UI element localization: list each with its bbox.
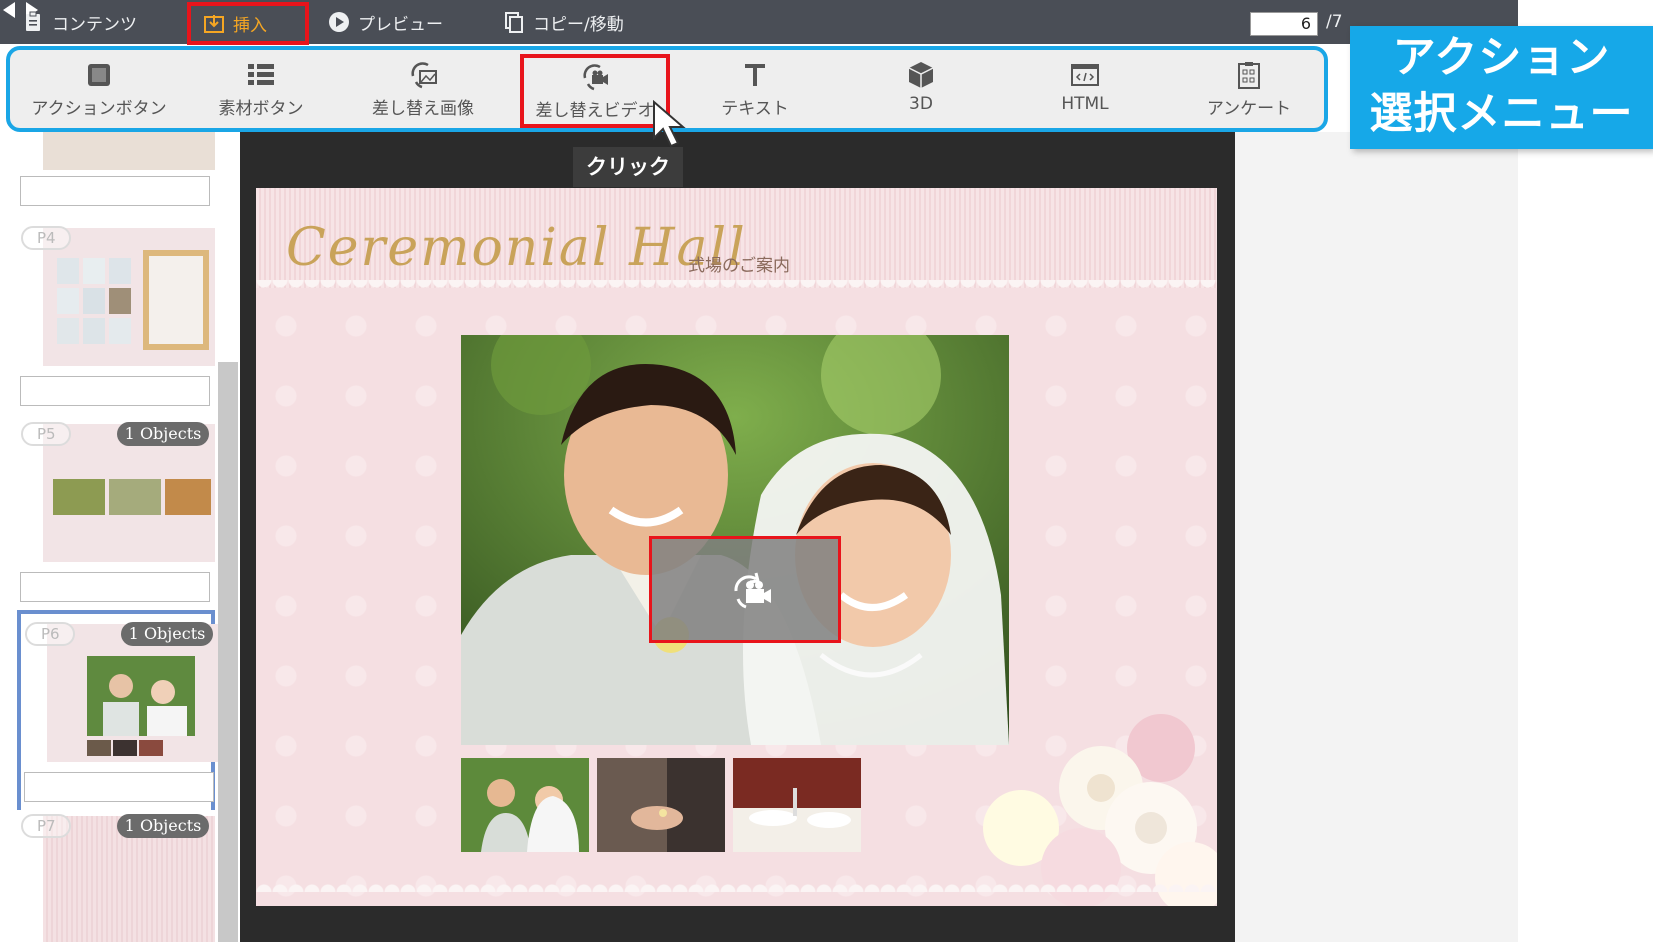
replace-image-tool[interactable]: 差し替え画像 [348,56,498,126]
page-thumbnail-panel: P4 P5 1 Objects P6 1 Objects P7 1 Object… [0,122,240,942]
survey-icon [1238,62,1260,89]
image-replace-icon [411,62,437,89]
survey-tool[interactable]: アンケート [1174,56,1324,126]
copy-move-label: コピー/移動 [533,14,624,35]
video-replace-icon [734,572,771,609]
thumbnail-p5[interactable]: P5 1 Objects [17,414,215,604]
insert-icon [204,14,224,33]
thumbnail-p3[interactable] [17,122,215,212]
thumbnail-name-field[interactable] [24,772,214,802]
thumbnail-name-field[interactable] [20,572,210,602]
preview-label: プレビュー [358,14,443,35]
text-tool[interactable]: テキスト [680,56,830,126]
action-label: アンケート [1206,99,1292,119]
action-label: アクションボタン [31,99,167,119]
thumbnail-scrollbar[interactable] [218,362,238,942]
objects-count-badge: 1 Objects [121,622,213,646]
thumbnail-page-label: P7 [21,814,71,838]
click-tooltip: クリック [573,147,683,187]
thumbnail-photo-couple[interactable] [461,758,589,852]
app-window: コンテンツ 挿入 プレビュー コピー/移動 6 /7 P4 P5 1 Objec… [0,0,1653,942]
action-button-tool[interactable]: アクションボタン [24,56,174,126]
contents-label: コンテンツ [52,14,137,35]
replace-video-tool[interactable]: 差し替えビデオ [520,54,670,128]
material-button-tool[interactable]: 素材ボタン [186,56,336,126]
thumbnail-name-field[interactable] [20,176,210,206]
cube-icon [908,62,934,88]
3d-tool[interactable]: 3D [846,56,996,126]
prev-page-icon[interactable] [0,0,18,20]
action-menu-callout: アクション 選択メニュー [1350,26,1653,149]
objects-count-badge: 1 Objects [117,422,209,446]
thumbnail-photo-reception[interactable] [733,758,861,852]
rose-bouquet-decoration [983,714,1217,906]
action-label: テキスト [721,99,789,119]
lace-border-top [256,280,1217,296]
properties-pane [1235,132,1518,942]
preview-menu[interactable]: プレビュー [328,8,443,36]
top-toolbar: コンテンツ 挿入 プレビュー コピー/移動 6 /7 [0,0,1518,45]
thumbnail-page-label: P4 [21,226,71,250]
slide-subtitle: 式場のご案内 [688,256,790,276]
replacement-video-placeholder[interactable] [649,536,841,643]
thumbnail-p7[interactable]: P7 1 Objects [17,806,215,942]
thumbnail-image [43,228,215,366]
thumbnail-page-label: P6 [25,622,75,646]
page-number-input[interactable]: 6 [1250,12,1318,36]
contents-menu[interactable]: コンテンツ [22,8,137,36]
mouse-cursor-icon [653,100,686,148]
thumbnail-p4[interactable]: P4 [17,218,215,408]
thumbnail-photo-rings[interactable] [597,758,725,852]
thumbnail-page-label: P5 [21,422,71,446]
play-icon [329,12,349,32]
clipboard-icon [26,11,40,31]
video-replace-icon [583,64,608,91]
text-icon [745,64,765,86]
action-label: 3D [909,94,933,114]
copy-move-menu[interactable]: コピー/移動 [503,8,624,36]
square-button-icon [88,64,110,86]
action-label: 素材ボタン [218,99,304,119]
objects-count-badge: 1 Objects [117,814,209,838]
insert-menu[interactable]: 挿入 [187,2,309,45]
html-tool[interactable]: HTML [1010,56,1160,126]
callout-line-2: 選択メニュー [1369,89,1634,139]
slide-title: Ceremonial Hall [286,218,747,278]
lace-border-bottom [256,878,1217,892]
action-label: HTML [1061,94,1109,114]
thumbnail-p6[interactable]: P6 1 Objects [17,610,219,810]
page-total: /7 [1326,12,1343,32]
insert-label: 挿入 [233,16,267,36]
thumbnail-name-field[interactable] [20,376,210,406]
action-label: 差し替えビデオ [535,101,655,121]
list-icon [248,64,274,85]
action-label: 差し替え画像 [372,99,474,119]
copy-icon [505,12,523,33]
html-icon [1071,64,1099,86]
callout-line-1: アクション [1392,33,1611,83]
